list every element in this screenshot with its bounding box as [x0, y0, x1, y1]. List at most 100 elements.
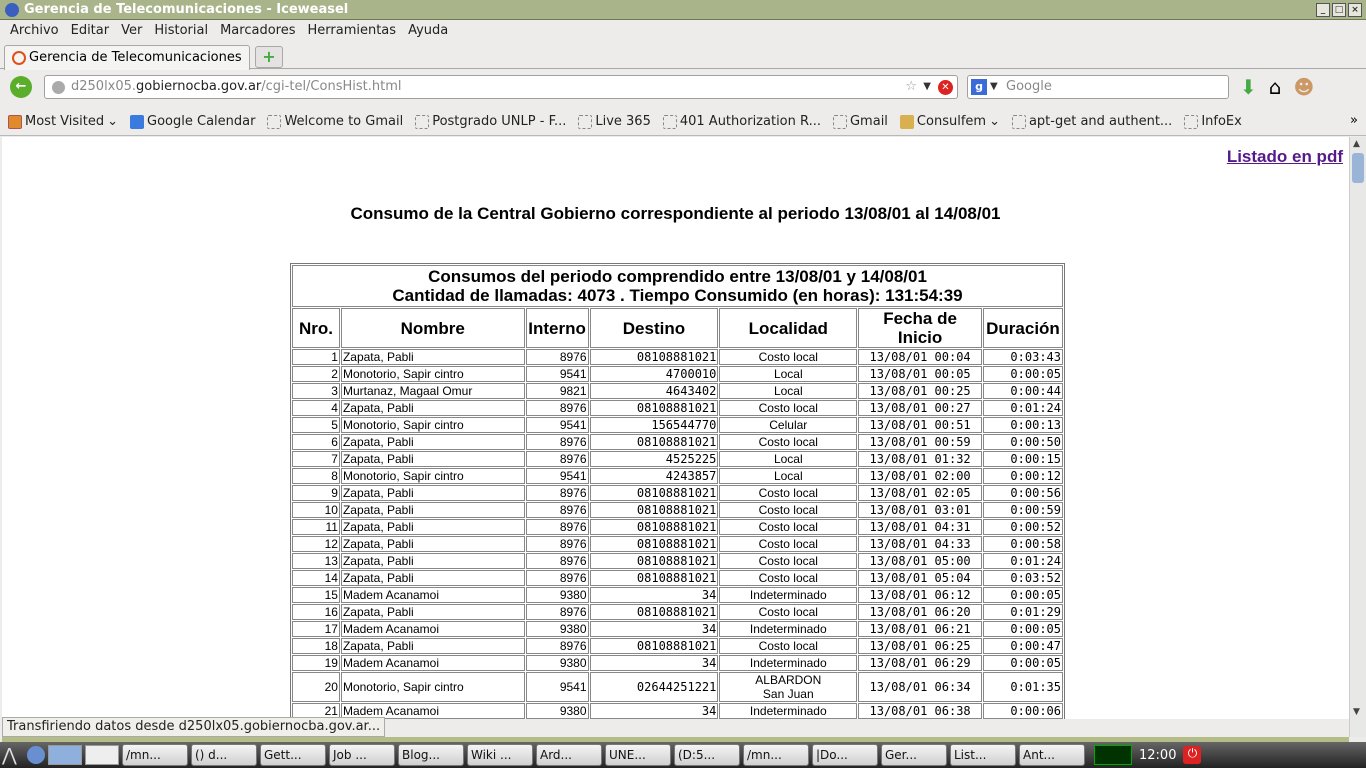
taskbar-item[interactable]: Job ... [329, 744, 395, 766]
addon-icon[interactable]: ☻ [1293, 75, 1314, 99]
taskbar-item[interactable]: (D:5... [674, 744, 740, 766]
table-row: 18 Zapata, Pabli 8976 08108881021 Costo loca… [292, 638, 1063, 654]
bookmark-item[interactable]: InfoEx [1184, 114, 1242, 129]
bookmark-item[interactable]: Gmail [832, 114, 888, 129]
menu-ayuda[interactable]: Ayuda [402, 21, 454, 41]
table-row: 2 Monotorio, Sapir cintro 9541 4700010 Local… [292, 366, 1063, 382]
taskbar-item[interactable]: Blog... [398, 744, 464, 766]
cell-duracion: 0:00:59 [982, 502, 1063, 518]
bookmark-item[interactable]: Postgrado UNLP - F... [415, 114, 566, 129]
bookmark-star-icon[interactable]: ☆ [905, 76, 917, 98]
bookmark-icon [267, 114, 282, 129]
bookmark-item[interactable]: Welcome to Gmail [267, 114, 403, 129]
close-button[interactable]: × [1348, 3, 1362, 17]
cell-interno: 9380 [525, 703, 589, 719]
url-path: /cgi-tel/ConsHist.html [261, 79, 402, 94]
cell-destino: 08108881021 [589, 519, 719, 535]
cell-localidad: Costo local [719, 400, 858, 416]
cell-localidad: Costo local [719, 485, 858, 501]
cell-localidad: Costo local [719, 502, 858, 518]
clock[interactable]: 12:00 [1135, 748, 1180, 763]
taskbar-item[interactable]: /mn... [743, 744, 809, 766]
taskbar-item[interactable]: Ant... [1019, 744, 1085, 766]
window-titlebar: Gerencia de Telecomunicaciones - Iceweas… [0, 0, 1366, 20]
pdf-link[interactable]: Listado en pdf [1227, 147, 1343, 167]
cell-interno: 8976 [525, 570, 589, 586]
bookmarks-more-button[interactable]: » [1350, 113, 1358, 128]
taskbar-item[interactable]: UNE... [605, 744, 671, 766]
tab-active[interactable]: Gerencia de Telecomunicaciones [4, 45, 250, 70]
browser-launcher-icon[interactable] [27, 746, 45, 764]
url-bar[interactable]: d250lx05.gobiernocba.gov.ar/cgi-tel/Cons… [44, 75, 958, 99]
cell-duracion: 0:00:05 [982, 366, 1063, 382]
menu-herramientas[interactable]: Herramientas [302, 21, 403, 41]
taskbar-item[interactable]: Gett... [260, 744, 326, 766]
bookmark-label: InfoEx [1201, 114, 1242, 129]
workspace-2[interactable] [85, 745, 119, 765]
bookmark-item[interactable]: 401 Authorization R... [662, 114, 821, 129]
search-input[interactable]: g ▼ Google [967, 75, 1229, 99]
menu-ver[interactable]: Ver [115, 21, 148, 41]
google-icon[interactable]: g [971, 79, 987, 95]
taskbar-item[interactable]: List... [950, 744, 1016, 766]
workspace-1[interactable] [48, 745, 82, 765]
cell-fecha: 13/08/01 00:04 [858, 349, 982, 365]
bookmark-item[interactable]: Most Visited ⌄ [8, 114, 118, 129]
bookmark-item[interactable]: Google Calendar [130, 114, 255, 129]
menu-editar[interactable]: Editar [65, 21, 116, 41]
taskbar-item-label: Gett... [264, 748, 302, 762]
cell-duracion: 0:01:24 [982, 553, 1063, 569]
cell-nro: 5 [292, 417, 340, 433]
menu-marcadores[interactable]: Marcadores [214, 21, 301, 41]
cell-nombre: Zapata, Pabli [340, 400, 525, 416]
bookmark-label: apt-get and authent... [1028, 114, 1173, 129]
chevron-down-icon[interactable]: ▼ [923, 76, 931, 98]
cell-localidad: Local [719, 451, 858, 467]
scroll-up-icon[interactable]: ▲ [1353, 139, 1360, 149]
taskbar-item-label: /mn... [126, 748, 161, 762]
cell-localidad: Indeterminado [719, 587, 858, 603]
home-icon[interactable]: ⌂ [1269, 75, 1282, 99]
table-row: 16 Zapata, Pabli 8976 08108881021 Costo loca… [292, 604, 1063, 620]
taskbar-item[interactable]: Wiki ... [467, 744, 533, 766]
minimize-button[interactable]: _ [1316, 3, 1330, 17]
scroll-down-icon[interactable]: ▼ [1353, 707, 1360, 717]
vertical-scrollbar[interactable]: ▲ ▼ [1349, 137, 1366, 737]
cell-fecha: 13/08/01 00:25 [858, 383, 982, 399]
menu-archivo[interactable]: Archivo [4, 21, 65, 41]
scrollbar-thumb[interactable] [1352, 153, 1364, 183]
column-header: Duración [982, 308, 1063, 348]
bookmark-item[interactable]: apt-get and authent... [1011, 114, 1173, 129]
chevron-down-icon[interactable]: ▼ [990, 76, 998, 98]
cell-fecha: 13/08/01 00:51 [858, 417, 982, 433]
table-row: 20 Monotorio, Sapir cintro 9541 02644251221… [292, 672, 1063, 702]
bookmark-icon [578, 114, 593, 129]
maximize-button[interactable]: □ [1332, 3, 1346, 17]
cell-duracion: 0:01:29 [982, 604, 1063, 620]
start-menu-icon[interactable]: ⋀ [2, 745, 24, 766]
table-row: 3 Murtanaz, Magaal Omur 9821 4643402 Local 13… [292, 383, 1063, 399]
taskbar-item[interactable]: () d... [191, 744, 257, 766]
back-button[interactable]: ← [10, 76, 32, 98]
cell-interno: 9821 [525, 383, 589, 399]
menu-historial[interactable]: Historial [148, 21, 214, 41]
table-row: 11 Zapata, Pabli 8976 08108881021 Costo loca… [292, 519, 1063, 535]
cell-interno: 8976 [525, 349, 589, 365]
cell-destino: 08108881021 [589, 502, 719, 518]
cell-duracion: 0:00:47 [982, 638, 1063, 654]
bookmark-item[interactable]: Consulfem ⌄ [899, 114, 1000, 129]
app-icon [5, 3, 19, 17]
power-icon[interactable]: ⏻ [1183, 746, 1202, 764]
taskbar-item[interactable]: Ard... [536, 744, 602, 766]
download-icon[interactable]: ⬇ [1240, 75, 1257, 99]
table-row: 7 Zapata, Pabli 8976 4525225 Local 13/08/01 0… [292, 451, 1063, 467]
taskbar-item[interactable]: |Do... [812, 744, 878, 766]
cell-interno: 8976 [525, 502, 589, 518]
taskbar-item[interactable]: /mn... [122, 744, 188, 766]
bookmark-item[interactable]: Live 365 [578, 114, 651, 129]
new-tab-button[interactable]: + [255, 46, 283, 68]
cell-destino: 08108881021 [589, 604, 719, 620]
stop-icon[interactable]: ✕ [938, 80, 953, 95]
taskbar-item[interactable]: Ger... [881, 744, 947, 766]
cell-interno: 9380 [525, 655, 589, 671]
